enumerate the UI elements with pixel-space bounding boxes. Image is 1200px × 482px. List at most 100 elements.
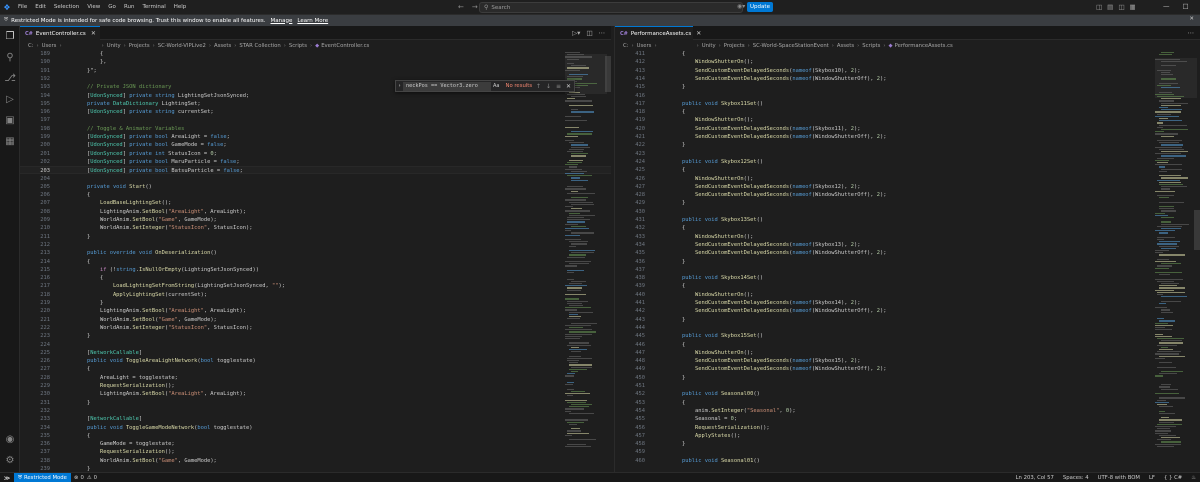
code-line[interactable]: 202 [UdonSynced] private bool MaruPartic… (20, 158, 611, 166)
code-line[interactable]: 422 } (615, 141, 1200, 149)
menu-edit[interactable]: Edit (31, 0, 50, 15)
code-line[interactable]: 232 (20, 407, 611, 415)
code-line[interactable]: 215 if (!string.IsNullOrEmpty(LightingSe… (20, 266, 611, 274)
code-line[interactable]: 432 { (615, 224, 1200, 232)
code-line[interactable]: 427 SendCustomEventDelayedSeconds(nameof… (615, 183, 1200, 191)
code-line[interactable]: 460 public void Seasonal01() (615, 457, 1200, 465)
breadcrumb-item[interactable]: Scripts (289, 43, 307, 49)
code-line[interactable]: 456 RequestSerialization(); (615, 424, 1200, 432)
code-line[interactable]: 443 } (615, 316, 1200, 324)
code-line[interactable]: 231 } (20, 399, 611, 407)
code-line[interactable]: 198 // Toggle & Animator Variables (20, 125, 611, 133)
match-case-option[interactable]: Aa (493, 83, 499, 89)
menu-view[interactable]: View (83, 0, 104, 15)
toggle-replace-chevron-icon[interactable]: › (396, 83, 403, 89)
code-line[interactable]: 442 SendCustomEventDelayedSeconds(nameof… (615, 307, 1200, 315)
code-line[interactable]: 437 (615, 266, 1200, 274)
breadcrumb-item[interactable]: Users (42, 43, 57, 49)
breadcrumb-file[interactable]: PerformanceAssets.cs (895, 43, 953, 49)
scrollbar-left[interactable] (605, 50, 611, 472)
banner-manage-link[interactable]: Manage (271, 18, 293, 24)
code-line[interactable]: 199 [UdonSynced] private bool AreaLight … (20, 133, 611, 141)
code-line[interactable]: 417 public void Skybox11Set() (615, 100, 1200, 108)
split-editor-icon[interactable]: ◫ (586, 29, 592, 37)
code-line[interactable]: 433 WindowShutterOn(); (615, 233, 1200, 241)
code-line[interactable]: 424 public void Skybox12Set() (615, 158, 1200, 166)
code-line[interactable]: 414 SendCustomEventDelayedSeconds(nameof… (615, 75, 1200, 83)
menu-help[interactable]: Help (170, 0, 191, 15)
code-line[interactable]: 440 WindowShutterOn(); (615, 291, 1200, 299)
tab-performance-assets[interactable]: C# PerformanceAssets.cs ✕ (615, 26, 701, 40)
code-line[interactable]: 206 { (20, 191, 611, 199)
menu-file[interactable]: File (14, 0, 31, 15)
code-line[interactable]: 210 WorldAnim.SetInteger("StatusIcon", S… (20, 224, 611, 232)
breadcrumb-item[interactable]: Unity (702, 43, 716, 49)
end-of-line[interactable]: LF (1149, 475, 1155, 481)
breadcrumb-item[interactable]: Assets (214, 43, 231, 49)
code-line[interactable]: 418 { (615, 108, 1200, 116)
scroll-thumb[interactable] (605, 56, 611, 92)
run-icon[interactable]: ▷▾ (572, 29, 580, 37)
code-line[interactable]: 425 { (615, 166, 1200, 174)
code-line[interactable]: 203 [UdonSynced] private bool BatsuParti… (20, 166, 611, 175)
code-line[interactable]: 420 SendCustomEventDelayedSeconds(nameof… (615, 125, 1200, 133)
code-line[interactable]: 459 (615, 448, 1200, 456)
code-line[interactable]: 434 SendCustomEventDelayedSeconds(nameof… (615, 241, 1200, 249)
code-line[interactable]: 191 }"; (20, 67, 611, 75)
command-center-search[interactable]: ⚲ Search (479, 2, 743, 13)
code-line[interactable]: 229 RequestSerialization(); (20, 382, 611, 390)
code-line[interactable]: 237 RequestSerialization(); (20, 448, 611, 456)
code-line[interactable]: 430 (615, 208, 1200, 216)
toggle-panel-icon[interactable]: ▤ (1107, 3, 1113, 11)
minimize-icon[interactable]: — (1163, 2, 1170, 10)
code-line[interactable]: 445 public void Skybox15Set() (615, 332, 1200, 340)
update-button[interactable]: Update (747, 2, 773, 12)
code-line[interactable]: 220 LightingAnim.SetBool("AreaLight", Ar… (20, 307, 611, 315)
code-line[interactable]: 455 Seasonal = 0; (615, 415, 1200, 423)
code-line[interactable]: 411 { (615, 50, 1200, 58)
code-line[interactable]: 218 ApplyLightingSet(currentSet); (20, 291, 611, 299)
breadcrumb-item[interactable]: Assets (837, 43, 854, 49)
code-line[interactable]: 421 SendCustomEventDelayedSeconds(nameof… (615, 133, 1200, 141)
code-line[interactable]: 207 LoadBaseLightingSet(); (20, 199, 611, 207)
menu-go[interactable]: Go (104, 0, 120, 15)
breadcrumb-item[interactable]: STAR Collection (239, 43, 280, 49)
code-line[interactable]: 435 SendCustomEventDelayedSeconds(nameof… (615, 249, 1200, 257)
code-line[interactable]: 205 private void Start() (20, 183, 611, 191)
code-line[interactable]: 234 public void ToggleGameModeNetwork(bo… (20, 424, 611, 432)
cursor-position[interactable]: Ln 203, Col 57 (1016, 475, 1054, 481)
code-line[interactable]: 429 } (615, 199, 1200, 207)
breadcrumb-item[interactable]: Scripts (862, 43, 880, 49)
code-line[interactable]: 419 WindowShutterOn(); (615, 116, 1200, 124)
code-line[interactable]: 441 SendCustomEventDelayedSeconds(nameof… (615, 299, 1200, 307)
remote-icon[interactable]: ≫ (0, 473, 14, 482)
search-view-icon[interactable]: ⚲ (3, 51, 17, 65)
code-line[interactable]: 450 } (615, 374, 1200, 382)
code-line[interactable]: 426 WindowShutterOn(); (615, 175, 1200, 183)
tab-event-controller[interactable]: C# EventController.cs ✕ (20, 26, 100, 40)
language-mode[interactable]: { } C# (1164, 475, 1182, 481)
breadcrumb-item[interactable]: SC-World-VIPLive2 (158, 43, 206, 49)
breadcrumb-item[interactable]: Users (637, 43, 652, 49)
code-line[interactable]: 227 { (20, 365, 611, 373)
problems-indicator[interactable]: ⊗ 0 ⚠ 0 (74, 473, 97, 482)
accounts-icon[interactable]: ◉▾ (737, 3, 745, 10)
menu-selection[interactable]: Selection (50, 0, 83, 15)
account-icon[interactable]: ◉ (3, 433, 17, 447)
breadcrumb-item[interactable]: Unity (107, 43, 121, 49)
explorer-icon[interactable]: ❐ (3, 30, 17, 44)
notifications-bell-icon[interactable]: ♨ (1191, 475, 1196, 481)
code-line[interactable]: 413 SendCustomEventDelayedSeconds(nameof… (615, 67, 1200, 75)
code-line[interactable]: 217 LoadLightingSetFromString(LightingSe… (20, 282, 611, 290)
breadcrumb-item[interactable]: Projects (724, 43, 745, 49)
code-line[interactable]: 451 (615, 382, 1200, 390)
code-line[interactable]: 211 } (20, 233, 611, 241)
close-tab-icon[interactable]: ✕ (91, 30, 96, 37)
banner-learn-more-link[interactable]: Learn More (297, 18, 328, 24)
next-match-icon[interactable]: ↓ (546, 83, 551, 90)
close-tab-icon[interactable]: ✕ (696, 30, 701, 37)
code-line[interactable]: 212 (20, 241, 611, 249)
find-in-selection-icon[interactable]: ≡ (556, 83, 561, 90)
code-line[interactable]: 195 private DataDictionary LightingSet; (20, 100, 611, 108)
minimap-right[interactable] (1155, 50, 1197, 472)
